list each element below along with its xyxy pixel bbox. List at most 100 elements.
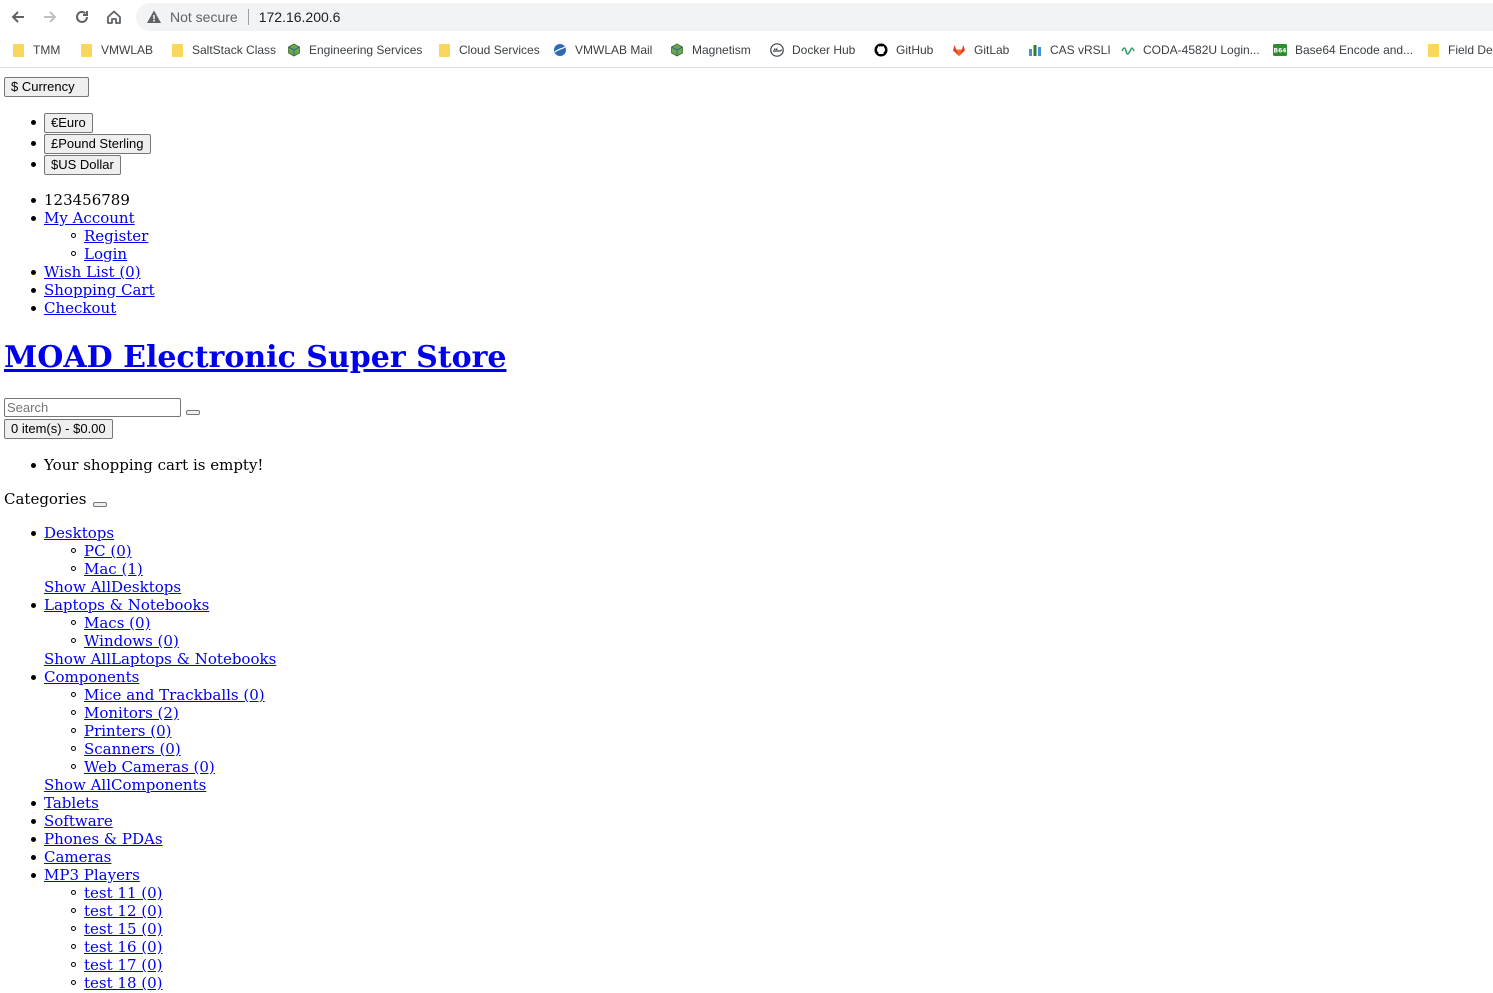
show-all-item: Show AllDesktops (4, 578, 504, 596)
components-link[interactable]: Components (44, 668, 139, 686)
back-button[interactable] (6, 5, 30, 29)
mac-link[interactable]: Mac (1) (84, 560, 143, 578)
currency-option: $US Dollar (4, 155, 304, 176)
monitors-link[interactable]: Monitors (2) (84, 704, 179, 722)
category-cameras: Cameras (4, 848, 504, 866)
test-11-link[interactable]: test 11 (0) (84, 884, 163, 902)
pc-link[interactable]: PC (0) (84, 542, 132, 560)
bookmark-cloud-services[interactable]: Cloud Services (437, 41, 540, 59)
bookmark-coda-login[interactable]: CODA-4582U Login... (1121, 41, 1260, 59)
subcategory-item: test 17 (0) (4, 956, 504, 974)
my-account-item: My Account Register Login (4, 209, 404, 263)
subcategory-item: Mice and Trackballs (0) (4, 686, 504, 704)
desktops-link[interactable]: Desktops (44, 524, 114, 542)
software-link[interactable]: Software (44, 812, 113, 830)
bookmark-base64[interactable]: B64 Base64 Encode and... (1273, 41, 1413, 59)
register-item: Register (4, 227, 404, 245)
bookmark-label: Base64 Encode and... (1295, 43, 1414, 57)
pound-button[interactable]: £Pound Sterling (44, 134, 151, 154)
cart-button[interactable]: 0 item(s) - $0.00 (4, 419, 113, 439)
subcategory-item: Macs (0) (4, 614, 504, 632)
cameras-link[interactable]: Cameras (44, 848, 111, 866)
bookmark-saltstack-class[interactable]: SaltStack Class (170, 41, 276, 59)
bookmark-label: Field De (1448, 43, 1493, 57)
tablets-link[interactable]: Tablets (44, 794, 99, 812)
web-cameras-link[interactable]: Web Cameras (0) (84, 758, 215, 776)
categories-toggle-button[interactable] (93, 502, 108, 507)
test-12-link[interactable]: test 12 (0) (84, 902, 163, 920)
warning-icon (146, 9, 162, 25)
category-phones: Phones & PDAs (4, 830, 504, 848)
search-button[interactable] (186, 410, 200, 415)
home-button[interactable] (102, 5, 126, 29)
cart-empty-message: Your shopping cart is empty! (44, 456, 264, 474)
bookmark-vmwlab[interactable]: VMWLAB (79, 41, 153, 59)
subcategory-item: test 15 (0) (4, 920, 504, 938)
phone-number: 123456789 (4, 191, 404, 209)
register-link[interactable]: Register (84, 227, 148, 245)
mp3-players-link[interactable]: MP3 Players (44, 866, 140, 884)
show-all-laptops-link[interactable]: Show AllLaptops & Notebooks (44, 650, 276, 668)
bookmark-label: GitHub (896, 43, 934, 57)
checkout-link[interactable]: Checkout (44, 299, 116, 317)
security-label: Not secure (170, 9, 238, 25)
subcategory-item: Monitors (2) (4, 704, 504, 722)
subcategory-item: test 18 (0) (4, 974, 504, 992)
bookmark-tmm[interactable]: TMM (11, 41, 60, 59)
show-all-desktops-link[interactable]: Show AllDesktops (44, 578, 181, 596)
macs-link[interactable]: Macs (0) (84, 614, 150, 632)
wish-list-item: Wish List (0) (4, 263, 404, 281)
mice-link[interactable]: Mice and Trackballs (0) (84, 686, 265, 704)
category-laptops: Laptops & Notebooks (4, 596, 504, 614)
subcategory-item: Mac (1) (4, 560, 504, 578)
forward-button[interactable] (38, 5, 62, 29)
show-all-components-link[interactable]: Show AllComponents (44, 776, 206, 794)
home-icon (107, 10, 121, 24)
subcategory-item: test 11 (0) (4, 884, 504, 902)
bookmark-field-de[interactable]: Field De (1426, 41, 1493, 59)
bookmark-label: VMWLAB (101, 43, 154, 57)
subcategory-item: Windows (0) (4, 632, 504, 650)
category-menu: Desktops PC (0) Mac (1) Show AllDesktops… (4, 524, 504, 992)
printers-link[interactable]: Printers (0) (84, 722, 172, 740)
search-input[interactable] (4, 398, 181, 417)
test-15-link[interactable]: test 15 (0) (84, 920, 163, 938)
login-link[interactable]: Login (84, 245, 127, 263)
test-17-link[interactable]: test 17 (0) (84, 956, 163, 974)
reload-button[interactable] (70, 5, 94, 29)
currency-button[interactable]: $ Currency (4, 77, 89, 97)
category-mp3-players: MP3 Players (4, 866, 504, 884)
forward-arrow-icon (44, 11, 57, 23)
bookmark-gitlab[interactable]: GitLab (952, 41, 1009, 59)
bookmark-engineering-services[interactable]: Engineering Services (287, 41, 422, 59)
dollar-button[interactable]: $US Dollar (44, 155, 121, 175)
test-16-link[interactable]: test 16 (0) (84, 938, 163, 956)
category-tablets: Tablets (4, 794, 504, 812)
phones-link[interactable]: Phones & PDAs (44, 830, 163, 848)
shopping-cart-link[interactable]: Shopping Cart (44, 281, 155, 299)
bookmark-magnetism[interactable]: Magnetism (670, 41, 751, 59)
scanners-link[interactable]: Scanners (0) (84, 740, 181, 758)
address-bar[interactable]: Not secure 172.16.200.6 (136, 3, 1493, 31)
cube-icon (287, 43, 301, 57)
euro-button[interactable]: €Euro (44, 113, 93, 133)
bookmark-label: Cloud Services (459, 43, 540, 57)
store-title-link[interactable]: MOAD Electronic Super Store (4, 340, 507, 375)
my-account-link[interactable]: My Account (44, 209, 135, 227)
bookmark-cas-vrsli[interactable]: CAS vRSLI (1028, 41, 1111, 59)
store-title: MOAD Electronic Super Store (4, 340, 507, 376)
folder-icon (437, 43, 451, 57)
bookmark-docker-hub[interactable]: Docker Hub (770, 41, 855, 59)
test-18-link[interactable]: test 18 (0) (84, 974, 163, 992)
bookmark-vmwlab-mail[interactable]: VMWLAB Mail (553, 41, 652, 59)
wish-list-link[interactable]: Wish List (0) (44, 263, 141, 281)
bookmark-label: Docker Hub (792, 43, 856, 57)
windows-link[interactable]: Windows (0) (84, 632, 179, 650)
bookmark-label: CODA-4582U Login... (1143, 43, 1260, 57)
bookmark-github[interactable]: GitHub (874, 41, 933, 59)
url-text: 172.16.200.6 (258, 9, 341, 25)
github-icon (874, 43, 888, 57)
svg-text:B64: B64 (1274, 48, 1287, 55)
categories-label: Categories (4, 490, 87, 508)
laptops-link[interactable]: Laptops & Notebooks (44, 596, 209, 614)
